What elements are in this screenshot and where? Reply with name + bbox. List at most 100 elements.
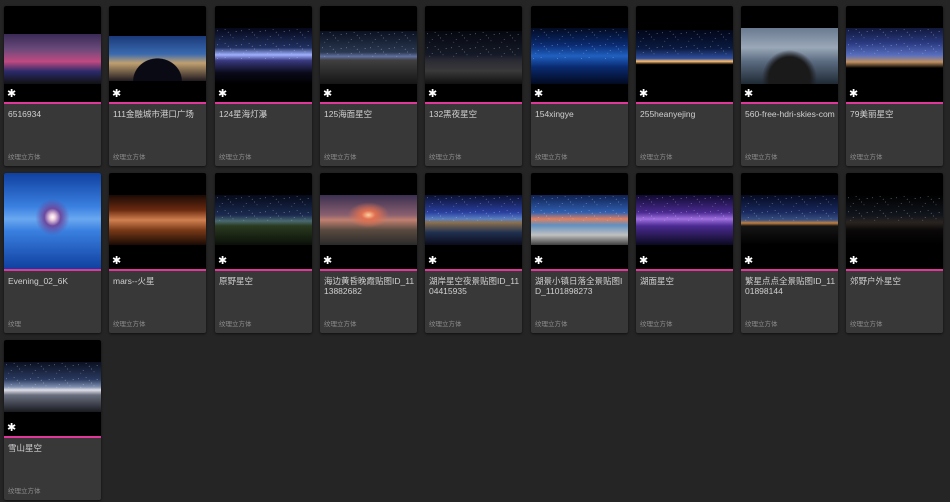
asset-type-accent xyxy=(109,269,206,271)
asset-tile[interactable]: ✱ 560-free-hdri-skies-com 纹理立方体 xyxy=(741,6,838,166)
star-icon: ✱ xyxy=(744,87,754,100)
star-icon: ✱ xyxy=(323,87,333,100)
asset-type-label: 纹理立方体 xyxy=(850,154,883,161)
star-icon: ✱ xyxy=(7,421,17,434)
asset-name: 6516934 xyxy=(8,109,42,119)
asset-name: Evening_02_6K xyxy=(8,276,69,286)
asset-name: 255heanyejing xyxy=(640,109,696,119)
asset-type-accent xyxy=(741,269,838,271)
asset-thumbnail xyxy=(741,173,838,269)
asset-thumbnail xyxy=(215,6,312,102)
asset-tile[interactable]: ✱ 79美丽星空 纹理立方体 xyxy=(846,6,943,166)
asset-thumbnail xyxy=(425,173,522,269)
asset-tile[interactable]: ✱ 湖岸星空夜景贴图ID_1104415935 纹理立方体 xyxy=(425,173,522,333)
asset-tile[interactable]: ✱ 海边黄昏晚霞贴图ID_1113882682 纹理立方体 xyxy=(320,173,417,333)
asset-thumbnail xyxy=(4,173,101,269)
asset-type-label: 纹理立方体 xyxy=(219,321,252,328)
star-icon: ✱ xyxy=(7,87,17,100)
asset-tile[interactable]: ✱ 6516934 纹理立方体 xyxy=(4,6,101,166)
star-icon: ✱ xyxy=(534,87,544,100)
asset-type-accent xyxy=(215,269,312,271)
asset-thumbnail xyxy=(4,6,101,102)
asset-thumbnail xyxy=(109,6,206,102)
asset-thumbnail xyxy=(4,340,101,436)
asset-type-accent xyxy=(636,269,733,271)
asset-type-label: 纹理立方体 xyxy=(429,321,462,328)
asset-name: 雪山星空 xyxy=(8,443,43,453)
asset-tile[interactable]: ✱ 111金融城市港口广场 纹理立方体 xyxy=(109,6,206,166)
asset-type-accent xyxy=(425,269,522,271)
asset-thumbnail xyxy=(636,173,733,269)
asset-thumbnail xyxy=(846,6,943,102)
star-icon: ✱ xyxy=(744,254,754,267)
asset-tile[interactable]: ✱ 湖景小镇日落全景贴图ID_1101898273 纹理立方体 xyxy=(531,173,628,333)
asset-tile[interactable]: ✱ mars--火星 纹理立方体 xyxy=(109,173,206,333)
asset-type-accent xyxy=(109,102,206,104)
star-icon: ✱ xyxy=(639,254,649,267)
asset-type-accent xyxy=(741,102,838,104)
star-icon: ✱ xyxy=(323,254,333,267)
asset-tile[interactable]: ✱ 繁星点点全景贴图ID_1101898144 纹理立方体 xyxy=(741,173,838,333)
asset-type-accent xyxy=(531,269,628,271)
asset-type-accent xyxy=(846,102,943,104)
asset-tile[interactable]: ✱ 雪山星空 纹理立方体 xyxy=(4,340,101,500)
asset-name: mars--火星 xyxy=(113,276,155,286)
asset-tile[interactable]: ✱ 154xingye 纹理立方体 xyxy=(531,6,628,166)
asset-tile[interactable]: ✱ 255heanyejing 纹理立方体 xyxy=(636,6,733,166)
asset-name: 原野星空 xyxy=(219,276,254,286)
asset-name: 湖岸星空夜景贴图ID_1104415935 xyxy=(429,276,520,296)
asset-type-accent xyxy=(846,269,943,271)
asset-thumbnail xyxy=(531,6,628,102)
asset-tile[interactable]: ✱ 125海面星空 纹理立方体 xyxy=(320,6,417,166)
asset-thumbnail xyxy=(320,6,417,102)
asset-type-label: 纹理立方体 xyxy=(535,321,568,328)
asset-name: 郊野户外星空 xyxy=(850,276,902,286)
asset-type-label: 纹理立方体 xyxy=(640,154,673,161)
asset-tile[interactable]: Evening_02_6K 纹理 xyxy=(4,173,101,333)
asset-thumbnail xyxy=(215,173,312,269)
asset-type-label: 纹理立方体 xyxy=(745,154,778,161)
asset-thumbnail xyxy=(531,173,628,269)
asset-type-label: 纹理立方体 xyxy=(219,154,252,161)
asset-thumbnail xyxy=(846,173,943,269)
asset-type-label: 纹理立方体 xyxy=(535,154,568,161)
star-icon: ✱ xyxy=(218,87,228,100)
star-icon: ✱ xyxy=(218,254,228,267)
star-icon: ✱ xyxy=(112,87,122,100)
asset-type-label: 纹理立方体 xyxy=(745,321,778,328)
asset-tile[interactable]: ✱ 132黑夜星空 纹理立方体 xyxy=(425,6,522,166)
asset-name: 湖面星空 xyxy=(640,276,675,286)
asset-thumbnail xyxy=(109,173,206,269)
asset-type-accent xyxy=(320,102,417,104)
asset-type-accent xyxy=(215,102,312,104)
asset-name: 154xingye xyxy=(535,109,574,119)
asset-type-accent xyxy=(636,102,733,104)
asset-type-label: 纹理立方体 xyxy=(8,154,41,161)
asset-type-label: 纹理立方体 xyxy=(324,154,357,161)
asset-thumbnail xyxy=(425,6,522,102)
asset-thumbnail xyxy=(320,173,417,269)
asset-tile[interactable]: ✱ 湖面星空纹理立方体 xyxy=(636,173,733,333)
star-icon: ✱ xyxy=(112,254,122,267)
asset-name: 湖景小镇日落全景贴图ID_1101898273 xyxy=(535,276,623,296)
star-icon: ✱ xyxy=(534,254,544,267)
asset-type-accent xyxy=(4,102,101,104)
asset-name: 132黑夜星空 xyxy=(429,109,478,119)
star-icon: ✱ xyxy=(639,87,649,100)
asset-tile[interactable]: ✱ 原野星空纹理立方体 xyxy=(215,173,312,333)
asset-tile[interactable]: ✱ 郊野户外星空 纹理立方体 xyxy=(846,173,943,333)
star-icon: ✱ xyxy=(428,254,438,267)
star-icon: ✱ xyxy=(428,87,438,100)
asset-type-label: 纹理立方体 xyxy=(640,321,673,328)
asset-tile[interactable]: ✱ 124星海灯瀑 纹理立方体 xyxy=(215,6,312,166)
asset-thumbnail xyxy=(636,6,733,102)
asset-name: 124星海灯瀑 xyxy=(219,109,268,119)
asset-grid: ✱ 6516934 纹理立方体 ✱ 111金融城市港口广场 纹理立方体 ✱ 124星海灯瀑 纹理… xyxy=(0,0,950,502)
asset-thumbnail xyxy=(741,6,838,102)
asset-type-accent xyxy=(4,269,101,271)
star-icon: ✱ xyxy=(849,254,859,267)
asset-type-accent xyxy=(4,436,101,438)
asset-name: 125海面星空 xyxy=(324,109,373,119)
asset-name: 79美丽星空 xyxy=(850,109,894,119)
asset-type-label: 纹理立方体 xyxy=(324,321,357,328)
